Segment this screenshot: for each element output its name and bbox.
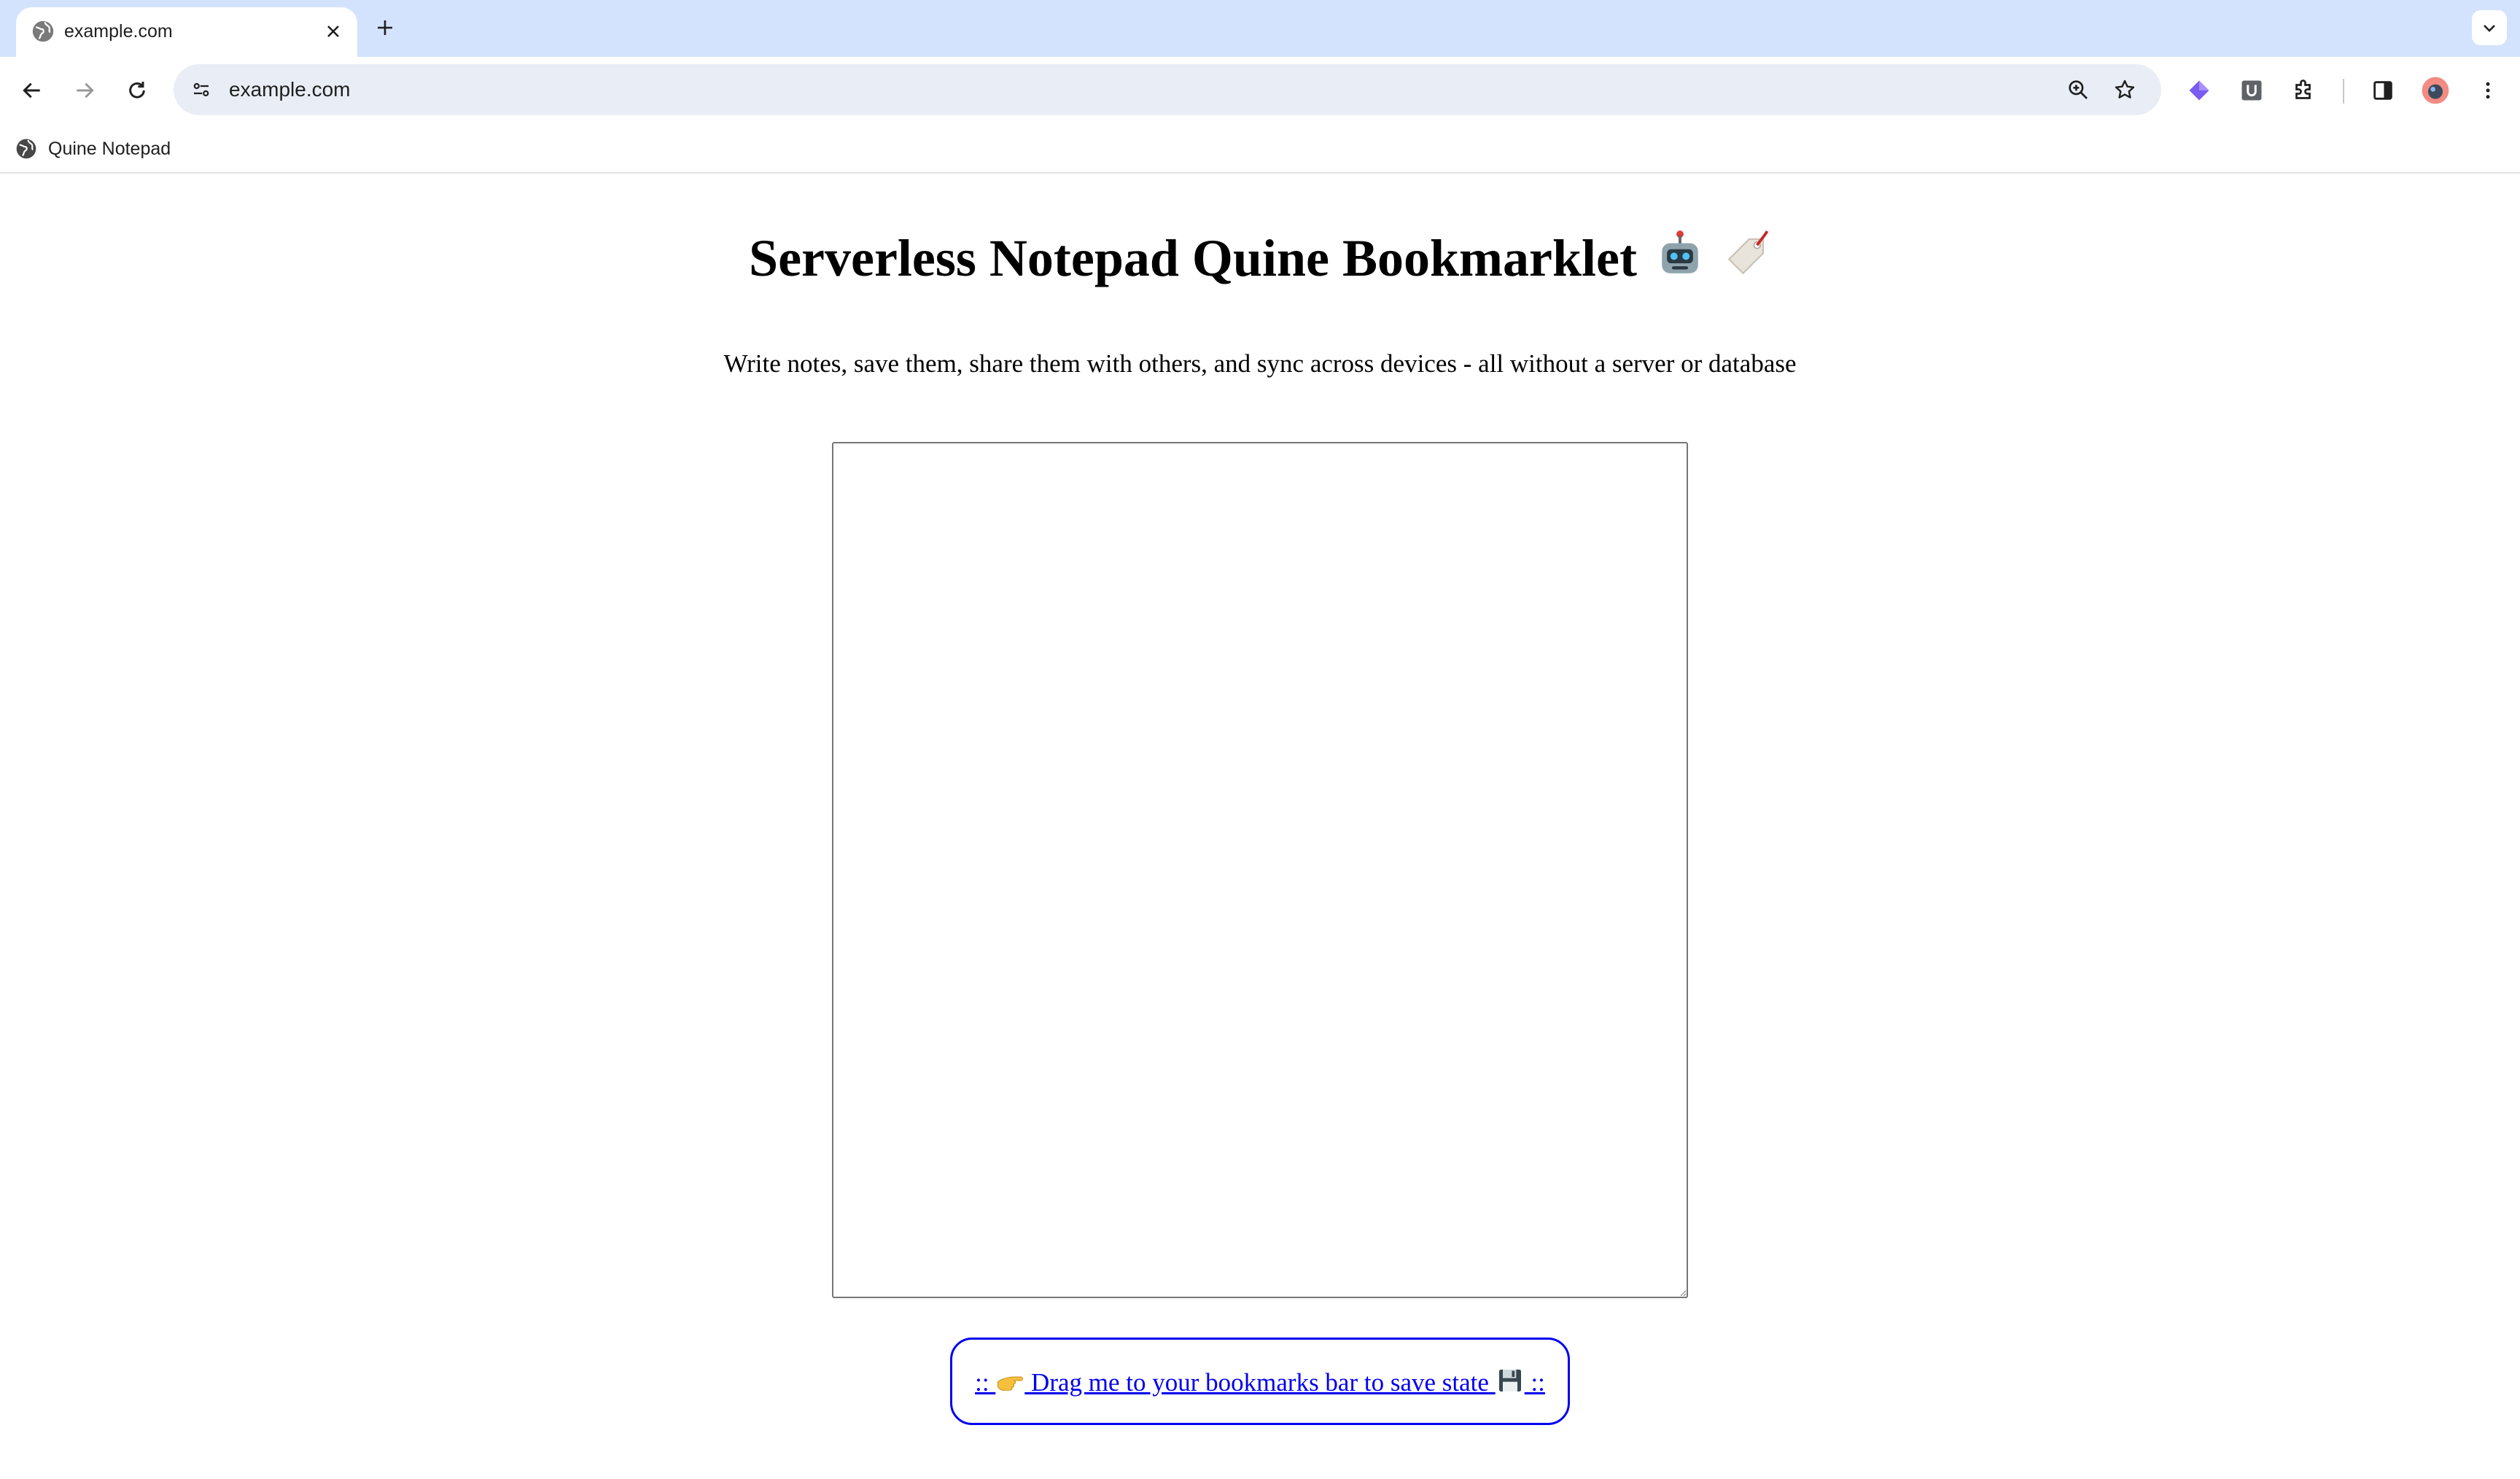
robot-emoji [1662, 230, 1698, 273]
site-info-button[interactable] [185, 74, 217, 106]
side-panel-icon [2373, 81, 2392, 100]
menu-button[interactable] [2469, 71, 2507, 109]
globe-icon [16, 139, 36, 159]
close-tab-icon[interactable] [321, 19, 346, 44]
reload-icon [129, 82, 145, 98]
extension-button-diamond[interactable] [2180, 71, 2218, 109]
bookmarks-bar: Quine Notepad [0, 124, 2520, 174]
star-icon [2115, 79, 2135, 98]
chevron-down-icon [2484, 25, 2495, 32]
bookmark-quine-notepad[interactable]: Quine Notepad [15, 133, 171, 165]
new-tab-button[interactable] [370, 13, 400, 42]
floppy-disk-emoji [1498, 1369, 1521, 1391]
avatar [2422, 77, 2449, 104]
side-panel-button[interactable] [2364, 71, 2402, 109]
arrow-left-icon [23, 82, 40, 98]
bookmarklet-link[interactable]: :: Drag me to your bookmarks bar to save… [975, 1366, 1545, 1397]
back-button[interactable] [13, 71, 51, 109]
bookmark-star-button[interactable] [2109, 74, 2141, 106]
bookmarklet-label: Drag me to your bookmarks bar to save st… [1024, 1367, 1496, 1397]
bookmark-label: Quine Notepad [48, 138, 171, 159]
u-badge-icon [2241, 80, 2262, 101]
address-bar[interactable]: example.com [174, 64, 2161, 115]
page-title-text: Serverless Notepad Quine Bookmarklet [749, 229, 1637, 287]
tab-strip: example.com [0, 0, 2520, 57]
diamond-icon [2189, 80, 2209, 101]
tab-example[interactable]: example.com [16, 7, 357, 57]
bookmarklet-prefix: :: [975, 1367, 996, 1397]
plus-icon [378, 20, 392, 35]
puzzle-icon [2295, 79, 2311, 99]
reload-button[interactable] [118, 71, 156, 109]
tab-title: example.com [64, 21, 173, 42]
extensions-button[interactable] [2285, 71, 2323, 109]
extension-button-u[interactable] [2233, 71, 2271, 109]
zoom-in-icon [2069, 80, 2088, 99]
url-text: example.com [229, 78, 351, 101]
page-title: Serverless Notepad Quine Bookmarklet [0, 222, 2520, 295]
tune-icon [193, 82, 209, 97]
more-vert-icon [2486, 82, 2490, 99]
zoom-button[interactable] [2062, 74, 2094, 106]
bookmarklet-container: :: Drag me to your bookmarks bar to save… [950, 1338, 1570, 1425]
page-content: Serverless Notepad Quine Bookmarklet Wri… [0, 175, 2520, 1479]
pointing-hand-emoji [998, 1376, 1024, 1391]
profile-button[interactable] [2416, 71, 2454, 109]
bookmarklet-suffix: :: [1524, 1367, 1545, 1397]
forward-button[interactable] [66, 71, 104, 109]
toolbar-divider [2343, 79, 2344, 104]
tab-search-button[interactable] [2472, 10, 2507, 45]
arrow-right-icon [77, 82, 94, 98]
toolbar: example.com [0, 57, 2520, 124]
notepad-textarea[interactable] [832, 442, 1688, 1298]
globe-icon [31, 19, 55, 44]
page-subtitle: Write notes, save them, share them with … [723, 349, 1797, 378]
tag-emoji [1727, 230, 1769, 275]
browser-window: example.com example.com Quine Notepad Se… [0, 0, 2520, 1479]
